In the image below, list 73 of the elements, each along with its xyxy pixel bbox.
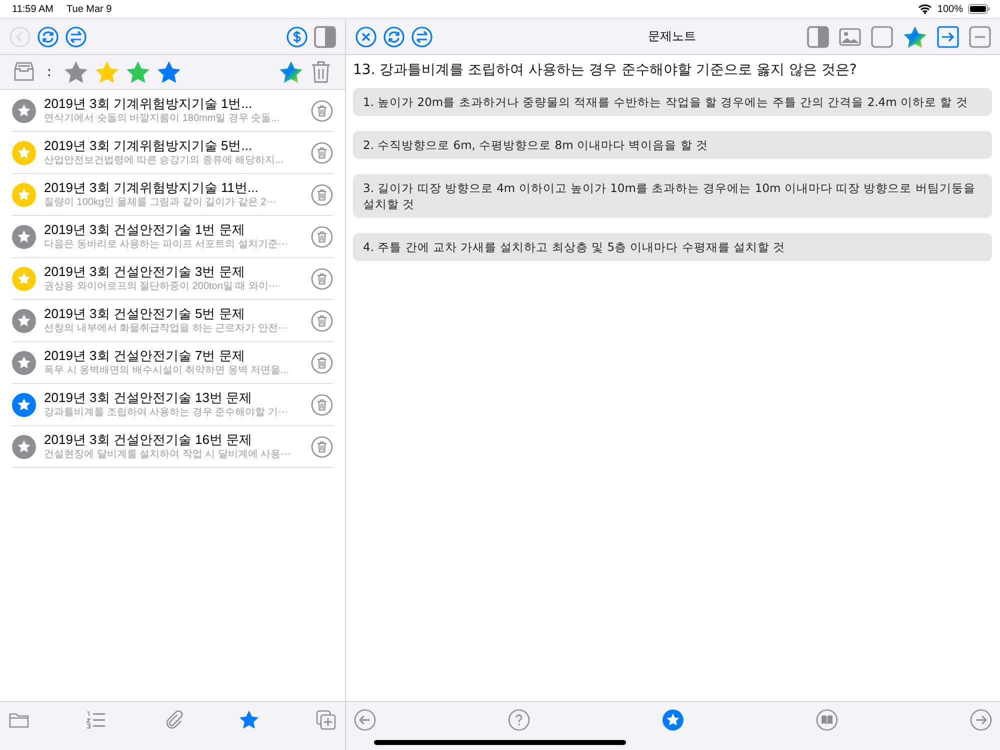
- refresh-icon[interactable]: [383, 26, 405, 48]
- note-item[interactable]: 2019년 3회 건설안전기술 5번 문제 선창의 내부에서 화물취급작업을 하는 근로자가 안전⋯: [12, 300, 333, 342]
- delete-icon[interactable]: [311, 100, 333, 122]
- star-filter-icon[interactable]: [157, 60, 182, 84]
- image-icon[interactable]: [839, 28, 861, 46]
- note-title: 2019년 3회 기계위험방지기술 1번...: [44, 96, 252, 112]
- note-title: 2019년 3회 기계위험방지기술 11번...: [44, 180, 258, 196]
- filter-separator: :: [47, 64, 52, 80]
- answer-option[interactable]: 3. 길이가 띠장 방향으로 4m 이하이고 높이가 10m를 초과하는 경우에는 10m 이내마다 띠장 방향으로 버팀기둥을 설치할 것: [353, 174, 992, 218]
- star-icon[interactable]: [238, 709, 260, 731]
- note-preview: 건설현장에 달비계를 설치하여 작업 시 달비계에 사용⋯: [44, 448, 291, 461]
- status-date: Tue Mar 9: [66, 4, 112, 14]
- multicolor-star-icon[interactable]: [279, 60, 303, 84]
- delete-icon[interactable]: [311, 226, 333, 248]
- note-title: 2019년 3회 건설안전기술 16번 문제: [44, 432, 252, 448]
- delete-icon[interactable]: [311, 184, 333, 206]
- note-title: 2019년 3회 건설안전기술 1번 문제: [44, 222, 245, 238]
- swap-icon[interactable]: [65, 26, 87, 48]
- delete-icon[interactable]: [311, 352, 333, 374]
- star-filter-icon[interactable]: [126, 60, 150, 84]
- window-title: 문제노트: [648, 28, 696, 45]
- note-title: 2019년 3회 건설안전기술 5번 문제: [44, 306, 245, 322]
- note-item[interactable]: 2019년 3회 기계위험방지기술 5번... 산업안전보건법령에 따른 승강기의 종류에 해당하지...: [12, 132, 333, 174]
- note-preview: 폭우 시 옹벽배면의 배수시설이 취약하면 옹벽 저면을...: [44, 364, 290, 377]
- sidebar-toggle-icon[interactable]: [314, 26, 336, 48]
- delete-icon[interactable]: [311, 142, 333, 164]
- star-filter-icon[interactable]: [95, 60, 120, 84]
- square-icon[interactable]: [871, 26, 893, 48]
- delete-icon[interactable]: [311, 310, 333, 332]
- minus-icon[interactable]: [969, 26, 991, 48]
- refresh-icon[interactable]: [37, 26, 59, 48]
- delete-icon[interactable]: [311, 436, 333, 458]
- answer-option[interactable]: 2. 수직방향으로 6m, 수평방향으로 8m 이내마다 벽이음을 할 것: [353, 131, 992, 159]
- numbered-list-icon[interactable]: [84, 709, 107, 731]
- note-title: 2019년 3회 건설안전기술 13번 문제: [44, 390, 252, 406]
- answer-option[interactable]: 1. 높이가 20m를 초과하거나 중량물의 적재를 수반하는 작업을 할 경우에는 주틀 간의 간격을 2.4m 이하로 할 것: [353, 88, 992, 116]
- note-preview: 선창의 내부에서 화물취급작업을 하는 근로자가 안전⋯: [44, 322, 288, 335]
- note-item[interactable]: 2019년 3회 건설안전기술 1번 문제 다음은 동바리로 사용하는 파이프 서포트의 설치기준⋯: [12, 216, 333, 258]
- battery-icon: [968, 4, 990, 14]
- answer-option[interactable]: 4. 주틀 간에 교차 가새를 설치하고 최상층 및 5층 이내마다 수평재를 설치할 것: [353, 233, 992, 261]
- delete-icon[interactable]: [311, 268, 333, 290]
- note-item[interactable]: 2019년 3회 건설안전기술 16번 문제 건설현장에 달비계를 설치하여 작업 시 달비계에 사용⋯: [12, 426, 333, 468]
- note-title: 2019년 3회 기계위험방지기술 5번...: [44, 138, 252, 154]
- note-preview: 권상용 와이어로프의 절단하중이 200ton일 때 와이⋯: [44, 280, 278, 293]
- note-preview: 연삭기에서 숫돌의 바깥지름이 180mm일 경우 숫돌...: [44, 112, 280, 125]
- delete-icon[interactable]: [311, 394, 333, 416]
- book-icon[interactable]: [816, 709, 838, 731]
- note-item[interactable]: 2019년 3회 건설안전기술 7번 문제 폭우 시 옹벽배면의 배수시설이 취약하면 옹벽 저면을...: [12, 342, 333, 384]
- note-preview: 산업안전보건법령에 따른 승강기의 종류에 해당하지...: [44, 154, 284, 167]
- tray-icon[interactable]: [12, 61, 36, 83]
- forward-icon[interactable]: [937, 26, 959, 48]
- status-time: 11:59 AM: [12, 4, 54, 14]
- question-icon[interactable]: [508, 709, 530, 731]
- swap-icon[interactable]: [411, 26, 433, 48]
- note-title: 2019년 3회 건설안전기술 3번 문제: [44, 264, 245, 280]
- note-preview: 다음은 동바리로 사용하는 파이프 서포트의 설치기준⋯: [44, 238, 288, 251]
- battery-percentage: 100%: [937, 4, 963, 14]
- note-item[interactable]: 2019년 3회 기계위험방지기술 1번... 연삭기에서 숫돌의 바깥지름이 180mm일 경우 숫돌...: [12, 90, 333, 132]
- star-filter-icon[interactable]: [64, 60, 88, 84]
- split-view-icon[interactable]: [807, 26, 829, 48]
- note-title: 2019년 3회 건설안전기술 7번 문제: [44, 348, 245, 364]
- add-copy-icon[interactable]: [315, 709, 337, 731]
- question-text: 13. 강과틀비계를 조립하여 사용하는 경우 준수해야할 기준으로 옳지 않은 것은?: [353, 61, 858, 79]
- note-item[interactable]: 2019년 3회 기계위험방지기술 11번... 질량이 100kg인 물체를 그림과 같이 길이가 같은 2⋯: [12, 174, 333, 216]
- close-icon[interactable]: [355, 26, 377, 48]
- trash-icon[interactable]: [310, 60, 332, 84]
- note-preview: 질량이 100kg인 물체를 그림과 같이 길이가 같은 2⋯: [44, 196, 276, 209]
- note-preview: 강과틀비계를 조립하여 사용하는 경우 준수해야할 기⋯: [44, 406, 288, 419]
- note-item[interactable]: 2019년 3회 건설안전기술 3번 문제 권상용 와이어로프의 절단하중이 200ton일 때 와이⋯: [12, 258, 333, 300]
- dollar-icon[interactable]: [286, 26, 308, 48]
- multicolor-star-icon[interactable]: [903, 24, 927, 48]
- note-item[interactable]: 2019년 3회 건설안전기술 13번 문제 강과틀비계를 조립하여 사용하는 경우 준수해야할 기⋯: [12, 384, 333, 426]
- wifi-icon: [918, 4, 932, 14]
